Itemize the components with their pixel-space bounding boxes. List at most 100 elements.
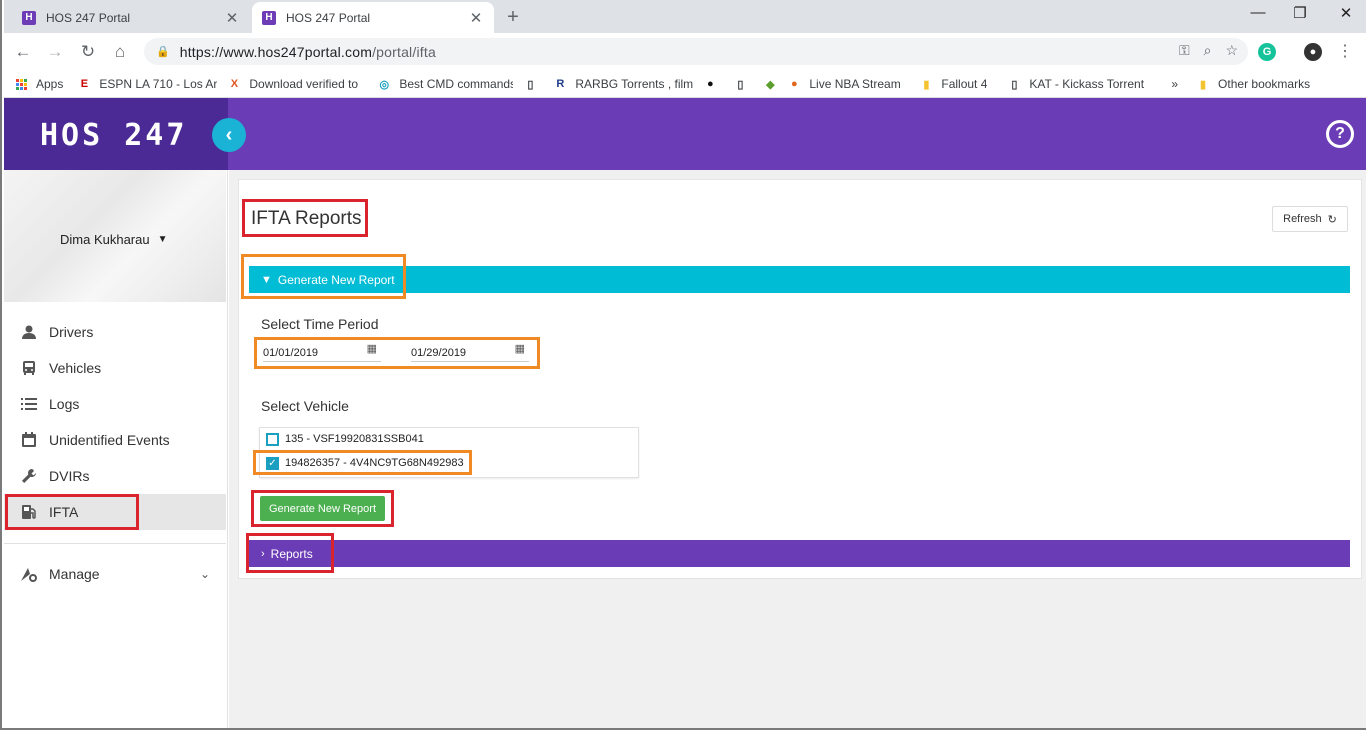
- date-from-field[interactable]: 01/01/2019 ▦: [263, 340, 381, 362]
- bus-icon: [18, 358, 40, 378]
- hos-favicon-icon: H: [22, 10, 36, 25]
- tab-title: HOS 247 Portal: [286, 10, 371, 25]
- other-bookmarks[interactable]: ▮ Other bookmarks: [1196, 77, 1310, 91]
- vehicle-list: 135 - VSF19920831SSB041 ✓ 194826357 - 4V…: [259, 427, 639, 478]
- more-bookmarks-button[interactable]: »: [1171, 77, 1178, 91]
- restore-icon[interactable]: ❐: [1288, 4, 1312, 22]
- sidebar: Dima Kukharau ▼ Drivers Vehicles Logs Un…: [4, 170, 228, 728]
- sidebar-item-manage[interactable]: Manage ⌄: [4, 556, 226, 592]
- bookmark-espn[interactable]: E ESPN LA 710 - Los Ar: [77, 77, 218, 91]
- folder-icon: ▮: [1200, 78, 1207, 91]
- window-frame: H HOS 247 Portal ✕ H HOS 247 Portal ✕ + …: [0, 0, 1366, 730]
- chevron-down-icon: ⌄: [199, 567, 210, 581]
- collapse-sidebar-icon[interactable]: ‹: [212, 118, 246, 152]
- checkbox-unchecked[interactable]: [266, 432, 279, 446]
- home-icon[interactable]: ⌂: [109, 41, 131, 63]
- sidebar-item-logs[interactable]: Logs: [4, 386, 226, 422]
- page-icon: ▯: [737, 78, 744, 91]
- reload-icon[interactable]: ↻: [77, 41, 99, 63]
- wrench-icon: [18, 466, 40, 486]
- key-icon[interactable]: ⚿: [1179, 42, 1190, 59]
- tab-strip: H HOS 247 Portal ✕ H HOS 247 Portal ✕ + …: [4, 0, 1366, 33]
- grammarly-icon[interactable]: G: [1258, 43, 1276, 61]
- minimize-icon[interactable]: —: [1246, 4, 1270, 21]
- user-menu[interactable]: Dima Kukharau ▼: [60, 232, 168, 247]
- bookmark-fallout[interactable]: ▮ Fallout 4: [919, 77, 999, 91]
- profile-panel: Dima Kukharau ▼: [4, 170, 226, 302]
- sidebar-item-ifta[interactable]: IFTA: [4, 494, 226, 530]
- bookmark-apps[interactable]: Apps: [14, 77, 63, 91]
- tab-title: HOS 247 Portal: [46, 10, 131, 25]
- r-icon: R: [556, 78, 565, 90]
- globe-icon: ◎: [379, 78, 390, 91]
- refresh-button[interactable]: Refresh ↻: [1272, 206, 1348, 232]
- sidebar-divider: [4, 543, 226, 544]
- bookmark-cmd[interactable]: ◎ Best CMD commands: [377, 77, 514, 91]
- sidebar-item-dvirs[interactable]: DVIRs: [4, 458, 226, 494]
- chevron-down-icon: ▼: [157, 234, 168, 245]
- browser-toolbar: ← → ↻ ⌂ 🔒 https://www.hos247portal.com/p…: [4, 33, 1366, 71]
- bookmark-page-2[interactable]: ▯: [733, 77, 753, 91]
- menu-dots-icon[interactable]: ⋮: [1334, 41, 1356, 63]
- forward-icon[interactable]: →: [44, 41, 66, 63]
- bookmark-page[interactable]: ▯: [523, 77, 543, 91]
- lock-icon: 🔒: [156, 46, 170, 58]
- app-header: HOS 247 ‹ ?: [4, 98, 1366, 170]
- new-tab-icon[interactable]: +: [502, 6, 524, 29]
- address-bar[interactable]: 🔒 https://www.hos247portal.com/portal/if…: [144, 38, 1248, 65]
- vehicle-option[interactable]: 135 - VSF19920831SSB041: [266, 429, 424, 449]
- date-to-field[interactable]: 01/29/2019 ▦: [411, 340, 529, 362]
- sidebar-item-drivers[interactable]: Drivers: [4, 314, 226, 350]
- reports-panel-header[interactable]: › Reports: [249, 540, 1350, 567]
- manage-gear-icon: [18, 564, 40, 584]
- browser-tab[interactable]: H HOS 247 Portal ✕: [12, 2, 250, 33]
- vehicle-label: Select Vehicle: [261, 398, 349, 414]
- calendar-icon[interactable]: ▦: [367, 342, 377, 355]
- x-icon: X: [230, 78, 239, 90]
- sidebar-item-unidentified-events[interactable]: Unidentified Events: [4, 422, 226, 458]
- brand-logo: HOS 247: [40, 118, 188, 153]
- main-content: IFTA Reports Refresh ↻ ▼ Generate New Re…: [229, 170, 1366, 728]
- star-icon[interactable]: ☆: [1225, 42, 1238, 59]
- generate-report-button[interactable]: Generate New Report: [260, 496, 385, 521]
- sidebar-item-vehicles[interactable]: Vehicles: [4, 350, 226, 386]
- espn-icon: E: [80, 78, 89, 90]
- checkbox-checked[interactable]: ✓: [266, 456, 279, 470]
- chevron-right-icon: ›: [261, 547, 265, 560]
- zoom-icon[interactable]: ⌕: [1204, 42, 1212, 59]
- bookmarks-bar: Apps E ESPN LA 710 - Los Ar X Download v…: [4, 71, 1366, 98]
- basketball-icon: ●: [791, 78, 798, 90]
- folder-icon: ▮: [923, 78, 930, 91]
- ifta-card: IFTA Reports Refresh ↻ ▼ Generate New Re…: [238, 179, 1362, 579]
- url-text: https://www.hos247portal.com/portal/ifta: [179, 43, 436, 60]
- vehicle-option[interactable]: ✓ 194826357 - 4V4NC9TG68N492983: [266, 453, 464, 473]
- calendar-icon[interactable]: ▦: [515, 342, 525, 355]
- close-tab-icon[interactable]: ✕: [224, 9, 240, 27]
- spotify-icon: ●: [707, 78, 714, 90]
- bookmark-nba[interactable]: ● Live NBA Stream: [787, 77, 905, 91]
- hos-favicon-icon: H: [262, 10, 276, 25]
- bookmark-rarbg[interactable]: R RARBG Torrents , film: [553, 77, 693, 91]
- profile-avatar-icon[interactable]: ●: [1304, 43, 1322, 61]
- person-icon: [18, 322, 40, 342]
- close-tab-icon[interactable]: ✕: [468, 9, 484, 27]
- page-title: IFTA Reports: [251, 208, 362, 229]
- bookmark-leaf[interactable]: ◆: [763, 77, 783, 91]
- calendar-icon: [18, 430, 40, 450]
- list-icon: [18, 394, 40, 414]
- browser-tab-active[interactable]: H HOS 247 Portal ✕: [252, 2, 494, 33]
- help-icon[interactable]: ?: [1326, 120, 1354, 148]
- time-period-label: Select Time Period: [261, 316, 379, 332]
- bookmark-download[interactable]: X Download verified to: [227, 77, 367, 91]
- refresh-icon: ↻: [1327, 213, 1337, 226]
- apps-grid-icon: [14, 77, 28, 91]
- bookmark-kat[interactable]: ▯ KAT - Kickass Torrent: [1007, 77, 1149, 91]
- bookmark-spotify[interactable]: ●: [703, 77, 723, 91]
- generate-report-panel-header[interactable]: ▼ Generate New Report: [249, 266, 1350, 293]
- chevron-down-icon: ▼: [261, 273, 272, 286]
- close-window-icon[interactable]: ✕: [1334, 4, 1358, 22]
- brand-area: HOS 247: [4, 98, 228, 170]
- back-icon[interactable]: ←: [12, 41, 34, 63]
- fuel-icon: [18, 502, 40, 522]
- page-icon: ▯: [1011, 78, 1018, 91]
